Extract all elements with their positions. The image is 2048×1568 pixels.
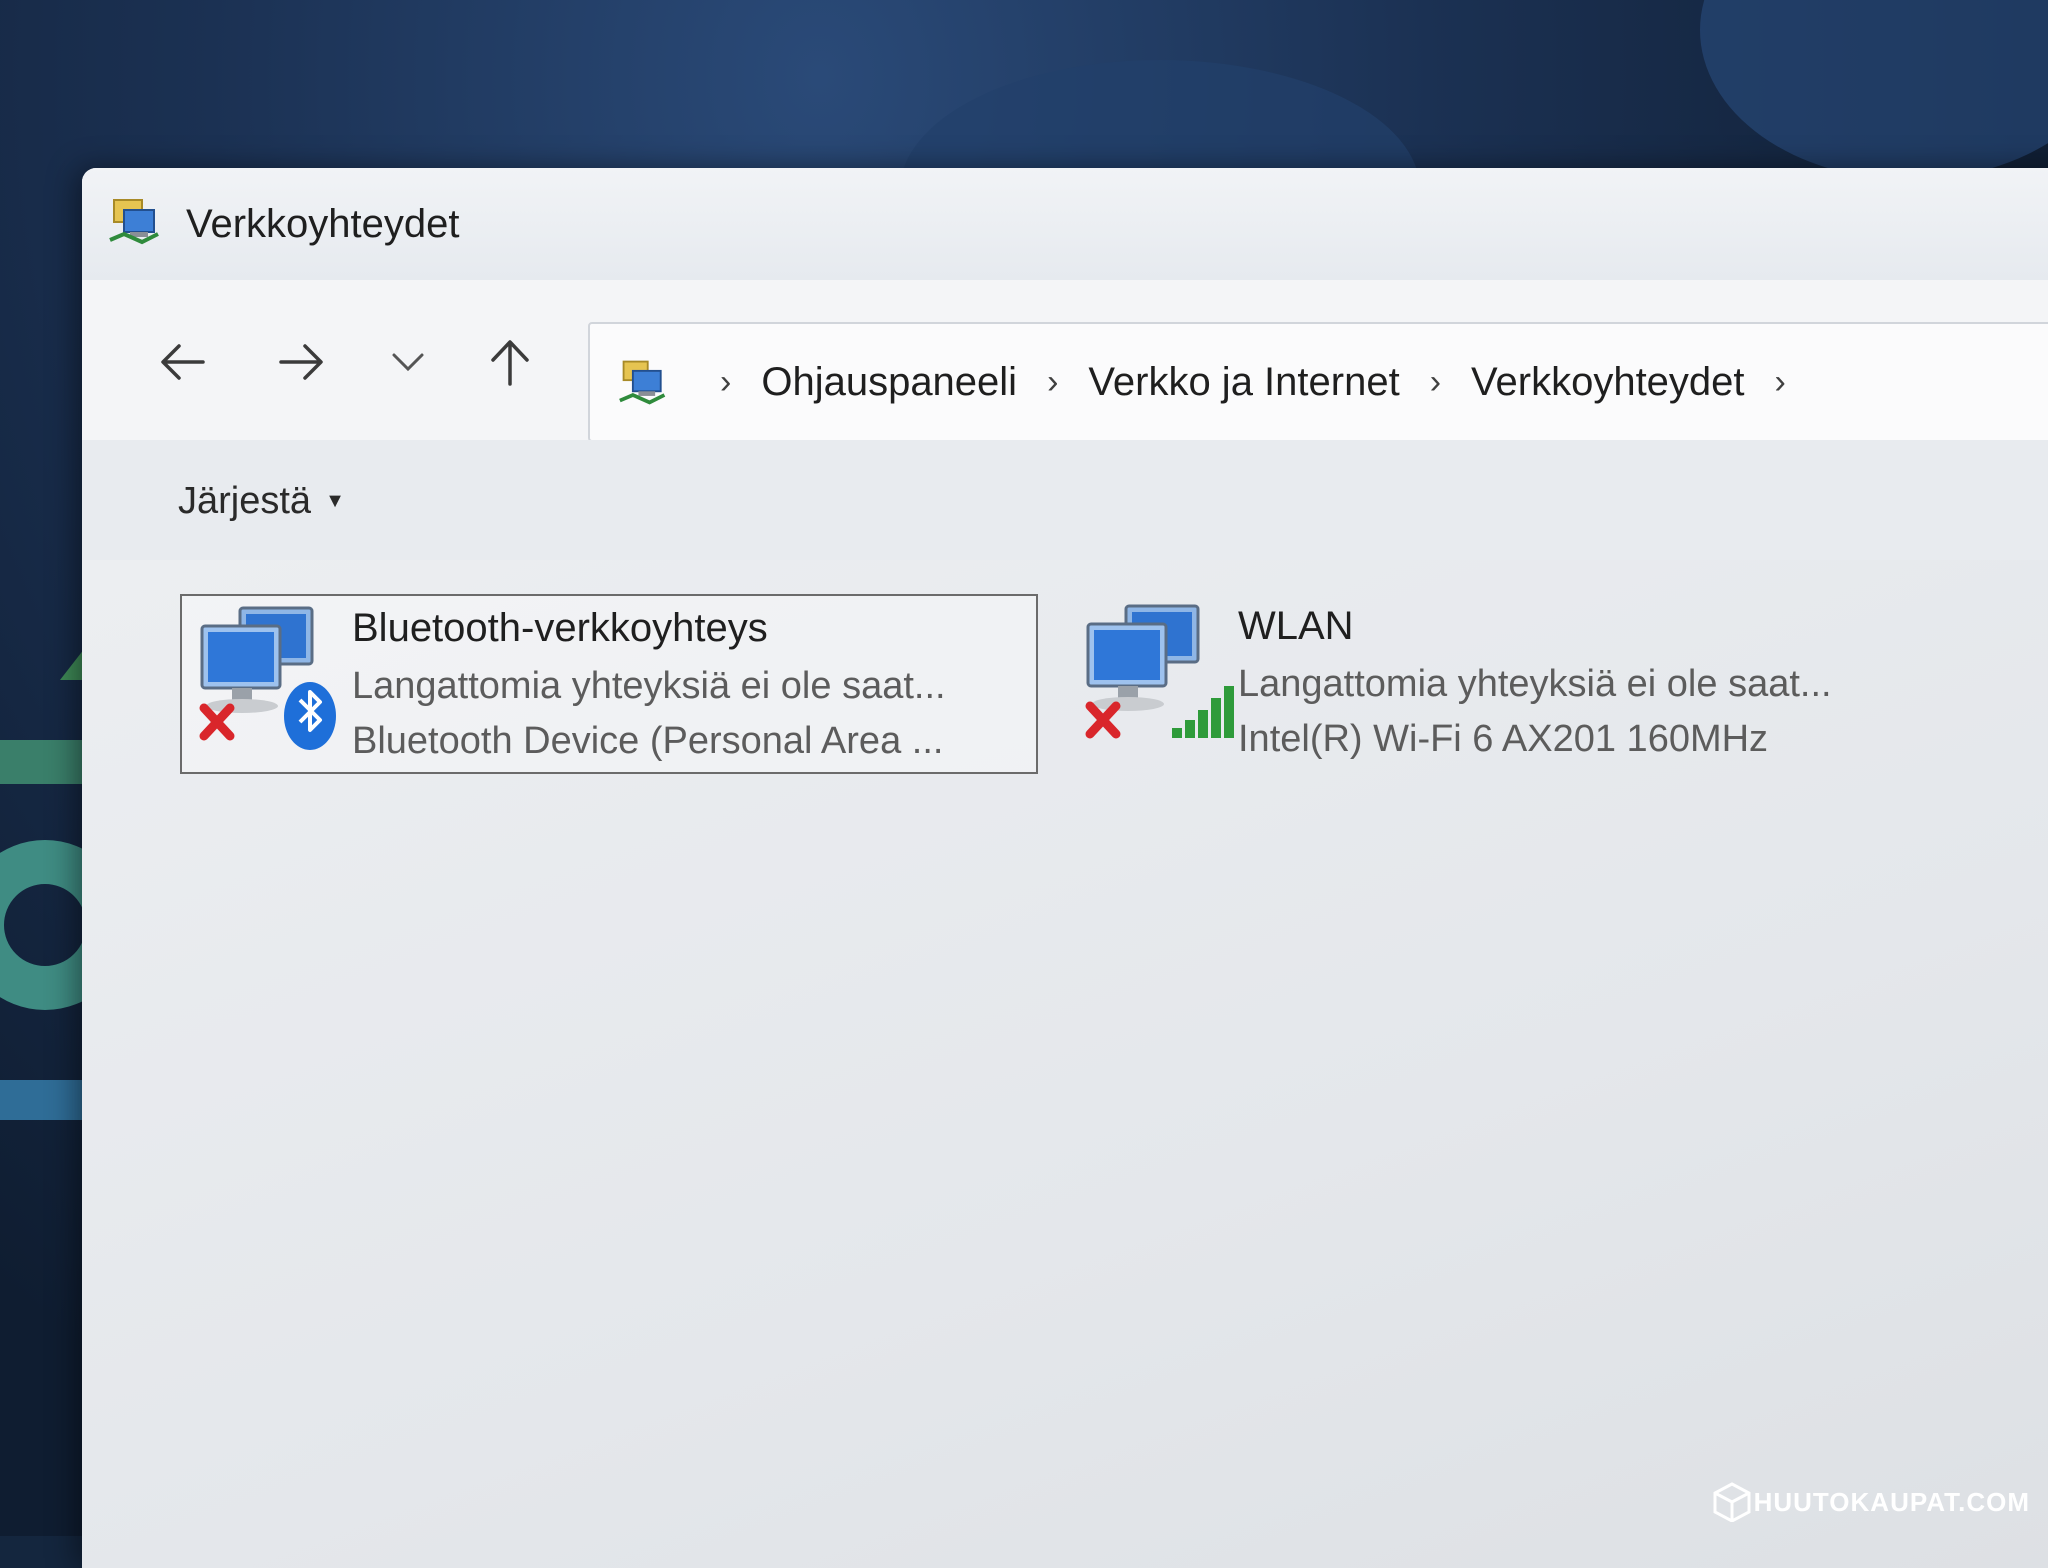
window-title: Verkkoyhteydet xyxy=(186,202,460,246)
breadcrumb-item-network-internet[interactable]: Verkko ja Internet xyxy=(1088,360,1399,405)
organize-menu-button[interactable]: Järjestä ▼ xyxy=(178,480,345,523)
watermark: HUUTOKAUPAT.COM xyxy=(1712,1482,2030,1522)
bluetooth-network-disconnected-icon xyxy=(182,596,352,766)
back-arrow-icon[interactable] xyxy=(142,322,222,402)
list-item[interactable]: Bluetooth-verkkoyhteys Langattomia yhtey… xyxy=(180,594,1038,774)
list-item-text: Bluetooth-verkkoyhteys Langattomia yhtey… xyxy=(352,596,946,772)
connection-name: Bluetooth-verkkoyhteys xyxy=(352,606,768,650)
connection-status: Langattomia yhteyksiä ei ole saat... xyxy=(1238,663,1832,705)
chevron-right-icon[interactable]: › xyxy=(1430,363,1441,402)
up-arrow-icon[interactable] xyxy=(470,322,550,402)
chevron-right-icon[interactable]: › xyxy=(1047,363,1058,402)
watermark-text: HUUTOKAUPAT.COM xyxy=(1753,1486,2030,1517)
network-connections-window: Verkkoyhteydet › Ohjauspaneeli › Verkko … xyxy=(82,168,2048,1568)
list-item[interactable]: WLAN Langattomia yhteyksiä ei ole saat..… xyxy=(1068,594,1968,774)
connection-status: Langattomia yhteyksiä ei ole saat... xyxy=(352,665,946,707)
chevron-right-icon[interactable]: › xyxy=(720,363,731,402)
cube-logo-icon xyxy=(1713,1482,1751,1522)
command-bar: Järjestä ▼ xyxy=(82,440,2048,561)
network-connections-icon xyxy=(109,199,159,245)
connections-list: Bluetooth-verkkoyhteys Langattomia yhtey… xyxy=(82,560,2048,1568)
connection-name: WLAN xyxy=(1238,604,1354,648)
wifi-network-disconnected-icon xyxy=(1068,594,1238,764)
control-panel-icon xyxy=(619,360,666,405)
forward-arrow-icon[interactable] xyxy=(262,322,342,402)
chevron-down-icon[interactable] xyxy=(368,322,448,402)
connection-device: Intel(R) Wi-Fi 6 AX201 160MHz xyxy=(1238,718,1769,760)
caret-down-icon: ▼ xyxy=(325,490,345,512)
title-bar[interactable]: Verkkoyhteydet xyxy=(82,168,2048,280)
connection-device: Bluetooth Device (Personal Area ... xyxy=(352,720,944,762)
organize-label: Järjestä xyxy=(178,480,312,522)
navigation-bar: › Ohjauspaneeli › Verkko ja Internet › V… xyxy=(82,280,2048,442)
address-bar[interactable]: › Ohjauspaneeli › Verkko ja Internet › V… xyxy=(588,322,2048,442)
breadcrumb-item-network-connections[interactable]: Verkkoyhteydet xyxy=(1471,360,1745,405)
wallpaper-shape xyxy=(1700,0,2048,180)
breadcrumb-item-control-panel[interactable]: Ohjauspaneeli xyxy=(761,360,1017,405)
list-item-text: WLAN Langattomia yhteyksiä ei ole saat..… xyxy=(1238,594,1832,774)
chevron-right-icon[interactable]: › xyxy=(1775,363,1786,402)
